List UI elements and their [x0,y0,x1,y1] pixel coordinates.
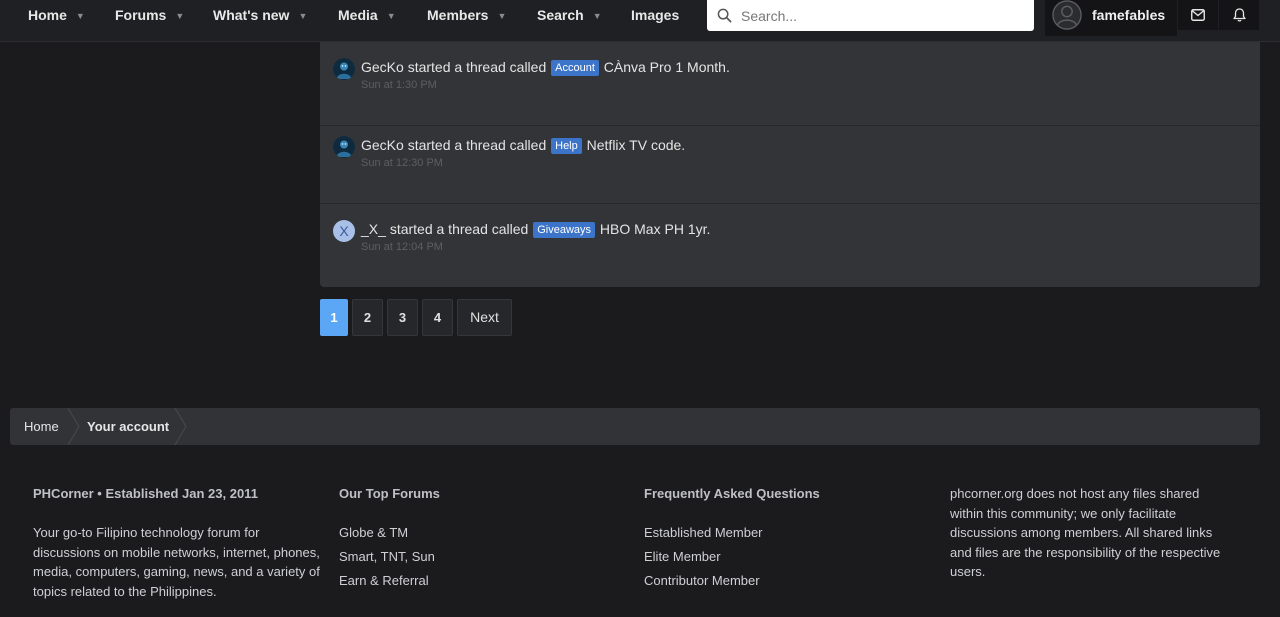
page-4-button[interactable]: 4 [422,299,453,336]
activity-action: started a thread called [407,59,547,75]
timestamp[interactable]: Sun at 12:30 PM [361,157,443,169]
messages-button[interactable] [1178,0,1218,30]
breadcrumb-separator-icon [174,408,187,445]
search-box[interactable] [707,0,1034,31]
activity-text: GecKo started a thread called Account CÀ… [361,58,730,76]
username: famefables [1092,7,1166,23]
thread-prefix-badge[interactable]: Help [551,138,582,154]
chevron-down-icon[interactable]: ▼ [387,1,396,31]
thread-title-link[interactable]: Netflix TV code. [587,137,686,153]
timestamp[interactable]: Sun at 1:30 PM [361,79,437,91]
nav-item-members[interactable]: Members ▼ [427,0,506,30]
list-item: GecKo started a thread called Account CÀ… [320,42,1260,126]
footer-forum-link[interactable]: Smart, TNT, Sun [339,549,435,564]
footer-forums-title: Our Top Forums [339,486,440,501]
thread-prefix-badge[interactable]: Giveaways [533,222,596,238]
activity-text: _X_ started a thread called Giveaways HB… [361,220,710,238]
nav-item-media[interactable]: Media ▼ [338,0,396,30]
list-item: GecKo started a thread called Help Netfl… [320,120,1260,204]
user-link[interactable]: GecKo [361,59,404,75]
nav-label: Search [537,7,584,23]
nav-label: Forums [115,7,167,23]
breadcrumb: Home Your account [10,408,1260,445]
chevron-down-icon[interactable]: ▼ [593,1,602,31]
nav-label: Members [427,7,489,23]
nav-item-forums[interactable]: Forums ▼ [115,0,184,30]
nav-label: Images [631,7,680,23]
activity-list: GecKo started a thread called Account CÀ… [320,42,1260,287]
chevron-down-icon[interactable]: ▼ [76,1,85,31]
search-input[interactable] [741,0,1026,31]
chevron-down-icon[interactable]: ▼ [175,1,184,31]
nav-item-home[interactable]: Home ▼ [28,0,85,30]
nav-label: Home [28,7,67,23]
envelope-icon [1191,9,1205,21]
next-page-button[interactable]: Next [457,299,512,336]
footer-disclaimer: phcorner.org does not host any files sha… [950,486,1221,580]
nav-label: What's new [213,7,290,23]
thread-title-link[interactable]: HBO Max PH 1yr. [600,221,710,237]
footer-forum-link[interactable]: Earn & Referral [339,573,429,588]
timestamp[interactable]: Sun at 12:04 PM [361,241,443,253]
thread-title-link[interactable]: CÀnva Pro 1 Month. [604,59,730,75]
alerts-button[interactable] [1219,0,1259,30]
page-3-button[interactable]: 3 [387,299,418,336]
activity-action: started a thread called [389,221,529,237]
user-link[interactable]: _X_ [361,221,386,237]
activity-text: GecKo started a thread called Help Netfl… [361,136,685,154]
footer-about-text: Your go-to Filipino technology forum for… [33,525,320,599]
user-avatar-image [333,136,355,158]
chevron-down-icon[interactable]: ▼ [298,1,307,31]
page-1-button[interactable]: 1 [320,299,348,336]
user-link[interactable]: GecKo [361,137,404,153]
footer-faq-link[interactable]: Contributor Member [644,573,760,588]
footer-faq-link[interactable]: Established Member [644,525,763,540]
user-menu[interactable]: famefables [1045,0,1177,36]
nav-item-search[interactable]: Search ▼ [537,0,602,30]
search-icon [717,8,732,23]
footer-forum-link[interactable]: Globe & TM [339,525,408,540]
footer-faq-title: Frequently Asked Questions [644,486,820,501]
page-2-button[interactable]: 2 [352,299,383,336]
list-item: X _X_ started a thread called Giveaways … [320,204,1260,288]
nav-item-images[interactable]: Images [631,0,679,30]
avatar[interactable]: X [333,220,355,242]
avatar[interactable] [1052,0,1082,30]
nav-label: Media [338,7,378,23]
thread-prefix-badge[interactable]: Account [551,60,599,76]
footer-faq-link[interactable]: Elite Member [644,549,721,564]
avatar[interactable] [333,136,355,158]
user-avatar-image [333,58,355,80]
bell-icon [1232,8,1246,22]
breadcrumb-home[interactable]: Home [24,408,59,445]
nav-item-whats-new[interactable]: What's new ▼ [213,0,307,30]
user-icon [1052,0,1082,30]
top-navigation: Home ▼ Forums ▼ What's new ▼ Media ▼ Members… [0,0,1280,42]
breadcrumb-separator-icon [67,408,80,445]
footer-about-title: PHCorner • Established Jan 23, 2011 [33,486,258,501]
activity-action: started a thread called [407,137,547,153]
chevron-down-icon[interactable]: ▼ [497,1,506,31]
avatar[interactable] [333,58,355,80]
breadcrumb-your-account[interactable]: Your account [87,408,169,445]
